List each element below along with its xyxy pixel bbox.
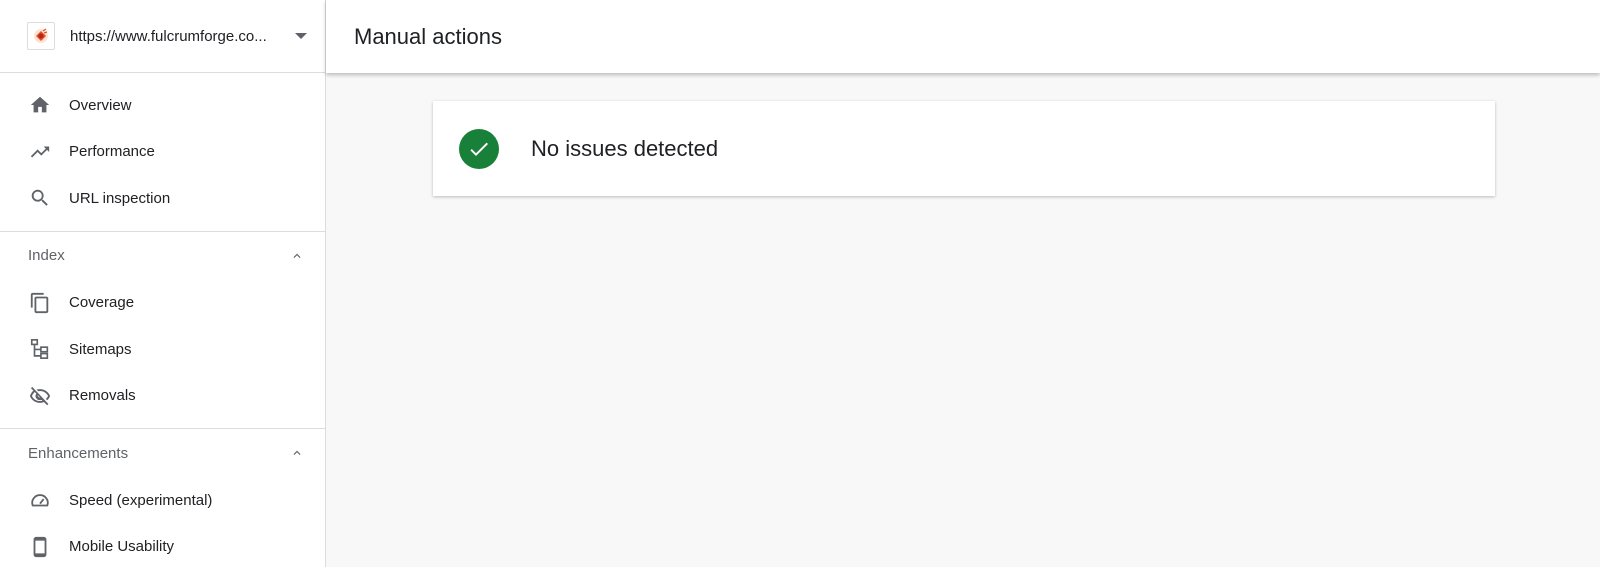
nav-item-label: Coverage bbox=[69, 294, 135, 312]
page-title: Manual actions bbox=[354, 23, 502, 49]
sidebar: https://www.fulcrumforge.co... Overview … bbox=[0, 0, 326, 567]
nav-item-overview[interactable]: Overview bbox=[0, 82, 325, 129]
chevron-up-icon[interactable] bbox=[289, 248, 305, 264]
search-icon bbox=[28, 186, 52, 210]
section-header-enhancements[interactable]: Enhancements bbox=[0, 429, 325, 477]
section-header-index[interactable]: Index bbox=[0, 232, 325, 280]
status-card: No issues detected bbox=[433, 101, 1495, 196]
nav-item-label: Sitemaps bbox=[69, 340, 132, 358]
nav-item-label: Mobile Usability bbox=[69, 538, 175, 556]
eye-off-icon bbox=[28, 384, 52, 408]
nav-item-label: URL inspection bbox=[69, 189, 171, 207]
dropdown-arrow-icon[interactable] bbox=[295, 33, 307, 39]
nav-item-label: Performance bbox=[69, 143, 155, 161]
nav-item-url-inspection[interactable]: URL inspection bbox=[0, 175, 325, 222]
nav-group-index: Index Coverage Sitemaps Removals bbox=[0, 232, 325, 429]
nav-group-primary: Overview Performance URL inspection bbox=[0, 73, 325, 232]
home-icon bbox=[28, 93, 52, 117]
trending-up-icon bbox=[28, 140, 52, 164]
status-message: No issues detected bbox=[531, 135, 719, 161]
nav-item-mobile-usability[interactable]: Mobile Usability bbox=[0, 524, 325, 567]
nav-item-performance[interactable]: Performance bbox=[0, 129, 325, 176]
check-circle-icon bbox=[459, 128, 499, 169]
speedometer-icon bbox=[28, 488, 52, 512]
page-header: Manual actions bbox=[326, 0, 1600, 73]
nav-item-label: Speed (experimental) bbox=[69, 491, 213, 509]
phone-icon bbox=[28, 535, 52, 559]
site-favicon-icon bbox=[27, 22, 55, 50]
section-title: Index bbox=[28, 247, 65, 264]
sitemap-icon bbox=[28, 337, 52, 361]
nav-group-enhancements: Enhancements Speed (experimental) Mobile… bbox=[0, 429, 325, 567]
nav-item-label: Removals bbox=[69, 387, 136, 405]
nav-item-coverage[interactable]: Coverage bbox=[0, 280, 325, 327]
property-url: https://www.fulcrumforge.co... bbox=[70, 27, 267, 45]
nav-item-speed[interactable]: Speed (experimental) bbox=[0, 477, 325, 524]
nav-item-sitemaps[interactable]: Sitemaps bbox=[0, 326, 325, 373]
property-selector[interactable]: https://www.fulcrumforge.co... bbox=[0, 0, 325, 73]
nav-item-removals[interactable]: Removals bbox=[0, 373, 325, 420]
chevron-up-icon[interactable] bbox=[289, 445, 305, 461]
copy-pages-icon bbox=[28, 291, 52, 315]
section-title: Enhancements bbox=[28, 444, 129, 462]
nav-item-label: Overview bbox=[69, 96, 132, 114]
